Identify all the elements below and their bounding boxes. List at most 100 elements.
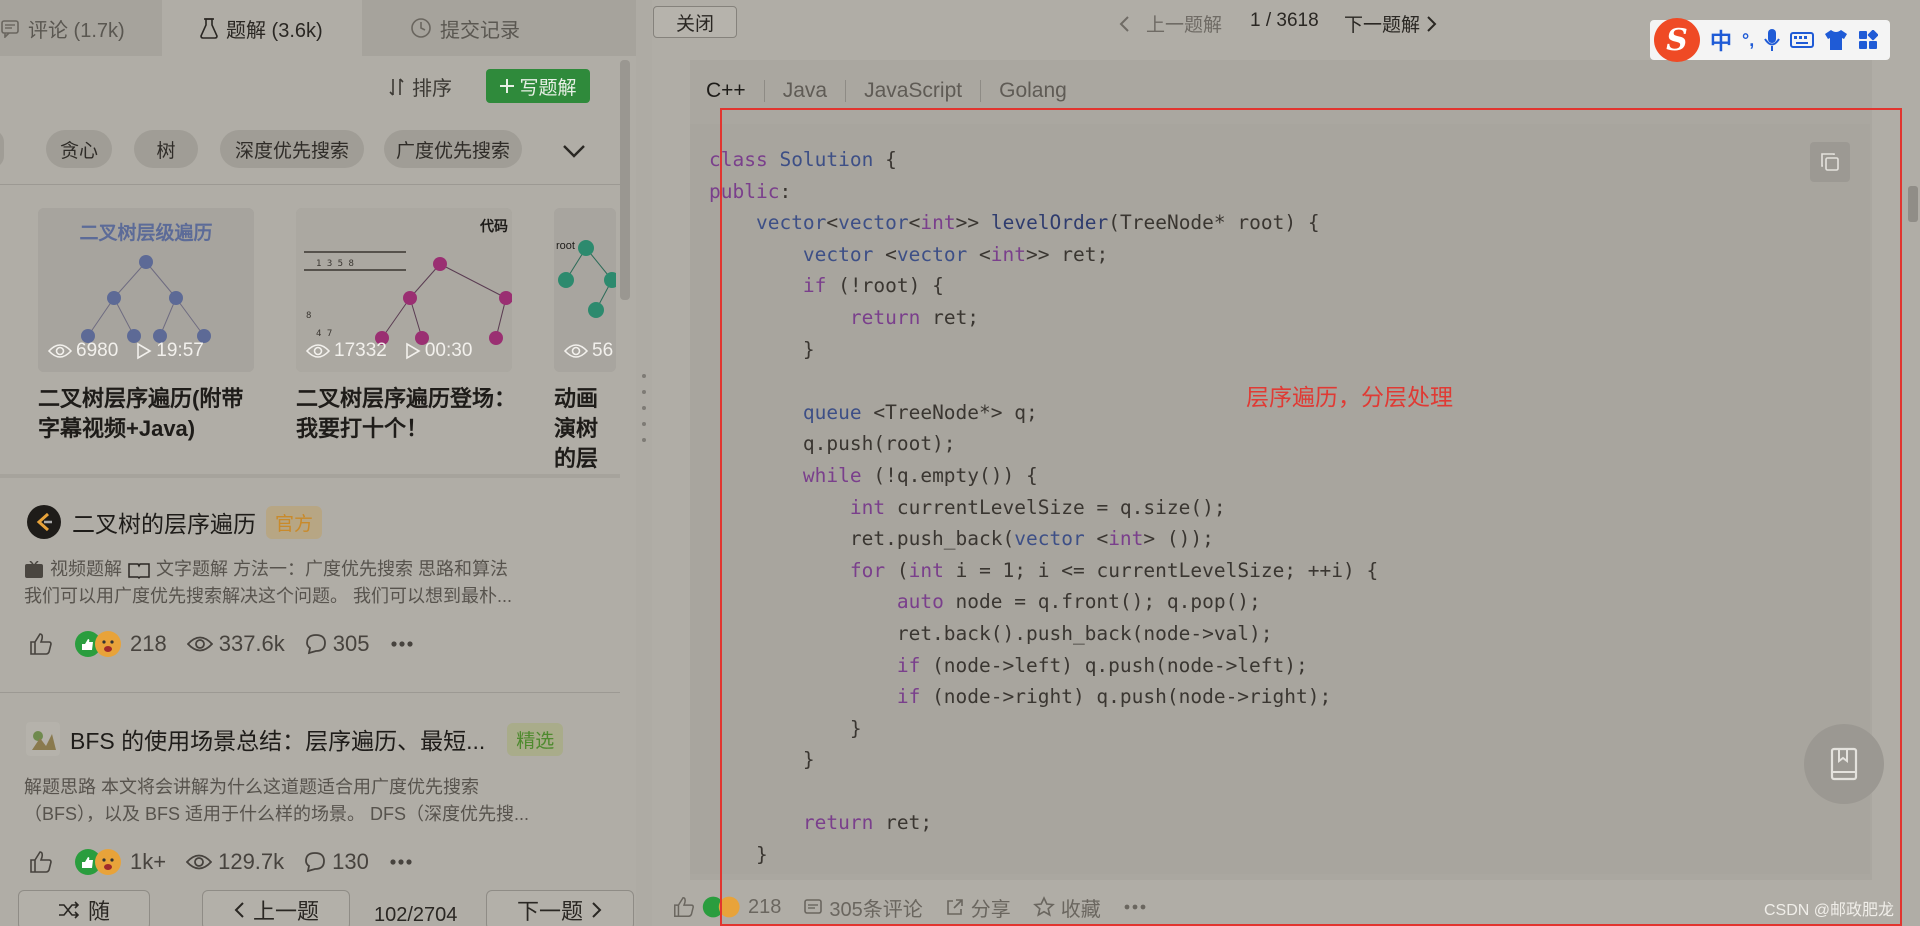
tag-chip[interactable]: 树 (134, 130, 198, 168)
tab-solutions[interactable]: 题解 (3.6k) (162, 0, 362, 56)
official-badge: 官方 (266, 505, 323, 539)
thumbs-up-icon[interactable] (28, 631, 54, 657)
scrollbar[interactable] (1908, 186, 1918, 222)
thumbs-up-icon[interactable] (28, 849, 54, 875)
eye-icon (564, 344, 588, 358)
scrollbar[interactable] (620, 60, 630, 300)
divider (0, 692, 620, 693)
solution-counter: 1 / 3618 (1250, 10, 1319, 31)
solution-item[interactable]: BFS 的使用场景总结：层序遍历、最短... 精选 解题思路 本文将会讲解为什么… (0, 696, 620, 896)
tab-comments[interactable]: 评论 (1.7k) (0, 0, 154, 56)
skin-shirt-icon[interactable] (1824, 29, 1848, 51)
divider (0, 184, 620, 185)
keyboard-icon[interactable] (1790, 31, 1815, 49)
watermark: CSDN @邮政肥龙 (1764, 902, 1895, 919)
resizer-dot (642, 390, 646, 394)
plus-icon (500, 79, 515, 93)
reactions-icon (75, 631, 121, 657)
view-count: 337.6k (186, 631, 285, 657)
resizer-dot (642, 422, 646, 426)
video-title[interactable]: 二叉树层序遍历(附带字幕视频+Java) (38, 384, 258, 444)
video-card[interactable]: 1 3 5 8 8 4 7 代码 17332 00:30 (296, 208, 512, 372)
more-options-icon[interactable] (390, 640, 414, 648)
video-stats: 6980 19:57 (48, 340, 204, 362)
comment-count[interactable]: 130 (304, 849, 369, 875)
video-title[interactable]: 动画演树的层 (554, 384, 616, 474)
thumbnail-caption: 代码 (480, 218, 508, 234)
random-button[interactable]: 随 (18, 890, 150, 926)
eye-icon (186, 636, 213, 652)
resizer-dot (642, 374, 646, 378)
next-solution-button[interactable]: 下一题解 (1344, 10, 1438, 37)
tab-java[interactable]: Java (765, 80, 847, 102)
grid-menu-icon[interactable] (1858, 30, 1879, 50)
tag-chip[interactable] (0, 130, 4, 168)
eye-icon (48, 344, 72, 358)
solution-title[interactable]: 二叉树的层序遍历 (72, 505, 256, 539)
resizer-dot (642, 406, 646, 410)
video-stats: 17332 00:30 (306, 340, 472, 362)
video-card[interactable]: root 56 (554, 208, 616, 372)
solution-meta: 218 337.6k 305 (28, 630, 414, 658)
language-tabs: C++ Java JavaScript Golang (706, 80, 1085, 102)
sogou-logo: S (1654, 18, 1700, 62)
chevron-left-icon (234, 902, 244, 918)
next-question-button[interactable]: 下一题 (486, 890, 634, 926)
reaction-count: 1k+ (74, 848, 166, 876)
play-icon (406, 342, 421, 360)
write-solution-button[interactable]: 写题解 (486, 69, 590, 103)
solution-title[interactable]: BFS 的使用场景总结：层序遍历、最短... (70, 722, 485, 756)
tag-chip[interactable]: 广度优先搜索 (384, 130, 522, 168)
tab-cpp[interactable]: C++ (706, 80, 765, 102)
tab-submissions-label: 提交记录 (440, 19, 520, 42)
chevron-down-icon[interactable] (560, 138, 588, 164)
flask-icon (200, 18, 218, 39)
solution-meta: 1k+ 129.7k 130 (28, 848, 413, 876)
tab-golang[interactable]: Golang (981, 80, 1085, 102)
comment-count[interactable]: 305 (305, 631, 370, 657)
tag-chip[interactable]: 深度优先搜索 (220, 130, 364, 168)
tab-comments-label: 评论 (1.7k) (28, 19, 125, 42)
sort-icon (389, 77, 404, 96)
panel-resizer[interactable] (636, 0, 652, 926)
solution-item[interactable]: 二叉树的层序遍历 官方 视频题解 文字题解 方法一：广度优先搜索 思路和算法 我… (0, 478, 620, 688)
leetcode-logo-icon (27, 505, 61, 539)
close-button[interactable]: 关闭 (653, 6, 737, 38)
video-stats: 56 (564, 340, 613, 362)
eye-icon (306, 344, 330, 358)
solution-header: BFS 的使用场景总结：层序遍历、最短... 精选 (26, 722, 564, 756)
ime-mode[interactable]: 中 (1710, 24, 1732, 56)
microphone-icon[interactable] (1764, 28, 1781, 52)
ime-punct[interactable]: °, (1742, 30, 1754, 51)
avatar (26, 722, 60, 756)
views-stat: 56 (564, 340, 613, 362)
duration-stat: 00:30 (405, 340, 472, 362)
tag-chip[interactable]: 贪心 (46, 130, 112, 168)
page-indicator: 102/2704 (374, 904, 458, 926)
video-title[interactable]: 二叉树层序遍历登场：我要打十个！ (296, 384, 516, 444)
chevron-left-icon (1119, 15, 1129, 32)
book-open-icon (128, 562, 150, 579)
view-count: 129.7k (186, 849, 284, 875)
ime-toolbar[interactable]: S 中 °, (1650, 18, 1890, 62)
sort-button[interactable]: 排序 (388, 72, 452, 101)
tab-submissions[interactable]: 提交记录 (410, 0, 550, 56)
comment-bubble-icon (305, 634, 326, 655)
thumbs-up-icon (674, 897, 694, 917)
more-options-icon[interactable] (389, 858, 413, 866)
solutions-panel: 评论 (1.7k) 题解 (3.6k) 提交记录 排序 写题解 贪心 树 深度优… (0, 0, 636, 926)
prev-question-button[interactable]: 上一题 (202, 890, 350, 926)
svg-text:1 3 5 8: 1 3 5 8 (316, 259, 354, 269)
video-card[interactable]: 二叉树层级遍历 6980 19:57 (38, 208, 254, 372)
views-stat: 6980 (48, 340, 118, 362)
prev-solution-button[interactable]: 上一题解 (1118, 10, 1222, 37)
tab-solutions-label: 题解 (3.6k) (226, 19, 323, 42)
comment-bubble-icon (305, 852, 326, 873)
reactions-icon (75, 849, 121, 875)
clock-icon (411, 18, 431, 38)
play-icon (137, 342, 152, 360)
sort-label: 排序 (412, 78, 452, 100)
tab-javascript[interactable]: JavaScript (846, 80, 982, 102)
solution-header: 二叉树的层序遍历 官方 (26, 504, 323, 540)
thumbnail-caption: 二叉树层级遍历 (79, 223, 213, 244)
